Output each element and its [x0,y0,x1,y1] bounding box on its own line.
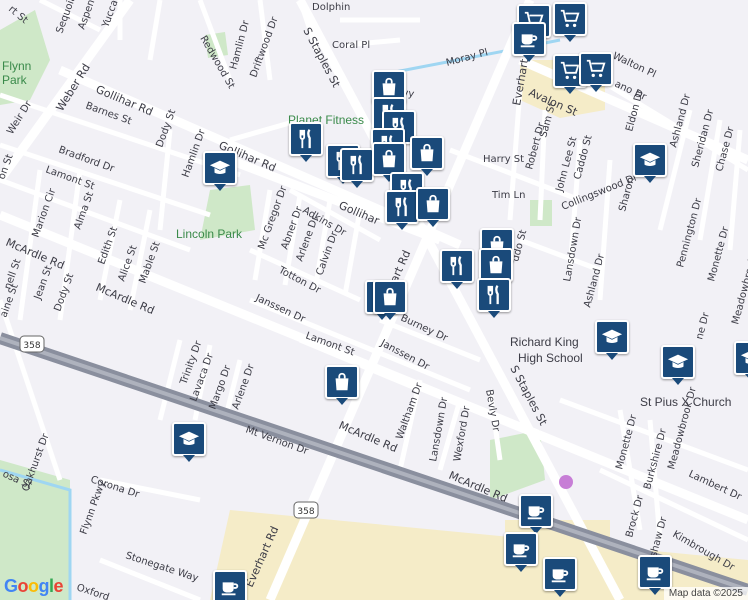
school-icon [667,351,689,373]
school-icon [639,149,661,171]
poi-marker-shopping-bag-28[interactable] [325,365,359,405]
label-flynn-park-line1: Flynn [2,59,31,73]
poi-marker-restaurant-8[interactable] [289,122,323,162]
restaurant-icon [391,196,413,218]
poi-marker-shopping-bag-13[interactable] [372,142,406,182]
poi-marker-school-14[interactable] [203,151,237,191]
shopping-bag-icon [379,286,401,308]
cart-icon [585,58,607,80]
shopping-bag-icon [422,193,444,215]
poi-marker-shopping-bag-18[interactable] [416,187,450,227]
svg-text:358: 358 [297,507,314,517]
highway-shield-2: 358 [293,501,319,519]
poi-marker-cafe-31[interactable] [504,532,538,572]
school-icon [209,157,231,179]
cafe-icon [510,538,532,560]
cafe-icon [549,563,571,585]
label-flynn-park-line2: Park [2,73,28,87]
poi-marker-school-29[interactable] [172,422,206,462]
restaurant-icon [483,284,505,306]
school-icon [740,347,748,369]
highway-shield-1: 358 [19,335,45,353]
cafe-icon [219,576,241,598]
label-st-pius: St Pius X Church [640,395,731,409]
label-coral-pl: Coral Pl [332,40,370,51]
label-tim-ln: Tim Ln [491,190,525,201]
poi-marker-cafe-33[interactable] [638,555,672,595]
map-data-attribution[interactable]: Map data ©2025 [663,587,748,600]
cart-icon [559,60,581,82]
label-dolphin: Dolphin [312,2,350,13]
label-richard-king-line2: High School [518,351,583,365]
poi-marker-shopping-bag-10[interactable] [410,136,444,176]
poi-marker-cafe-30[interactable] [519,494,553,534]
shopping-bag-icon [331,371,353,393]
google-logo: Google [4,576,64,596]
restaurant-icon [295,128,317,150]
poi-marker-restaurant-20[interactable] [440,249,474,289]
poi-marker-cafe-2[interactable] [512,22,546,62]
shopping-bag-icon [378,148,400,170]
map-view[interactable]: 358 358 Gollihar Rd Gollihar Rd Gollihar… [0,0,748,600]
poi-marker-school-15[interactable] [633,143,667,183]
poi-marker-shopping-bag-21[interactable] [479,248,513,288]
label-richard-king-line1: Richard King [510,335,579,349]
poi-marker-cafe-32[interactable] [543,557,577,597]
school-icon [178,428,200,450]
restaurant-icon [446,255,468,277]
poi-marker-cart-1[interactable] [553,2,587,42]
restaurant-icon [346,154,368,176]
poi-marker-restaurant-17[interactable] [385,190,419,230]
poi-marker-cart-4[interactable] [579,52,613,92]
poi-marker-shopping-bag-24[interactable] [373,280,407,320]
poi-marker-restaurant-22[interactable] [477,278,511,318]
shopping-bag-icon [378,76,400,98]
shopping-bag-icon [485,254,507,276]
cafe-icon [518,28,540,50]
shopping-bag-icon [416,142,438,164]
poi-marker-restaurant-12[interactable] [340,148,374,188]
poi-marker-school-25[interactable] [595,320,629,360]
poi-marker-cafe-34[interactable] [213,570,247,600]
cart-icon [559,8,581,30]
poi-marker-school-26[interactable] [661,345,695,385]
place-of-worship-icon [559,475,573,489]
label-harry-st: Harry St [483,154,524,165]
poi-marker-school-27[interactable] [734,341,748,381]
cafe-icon [644,561,666,583]
svg-text:358: 358 [23,341,40,351]
school-icon [601,326,623,348]
cafe-icon [525,500,547,522]
label-lincoln-park: Lincoln Park [176,227,243,241]
